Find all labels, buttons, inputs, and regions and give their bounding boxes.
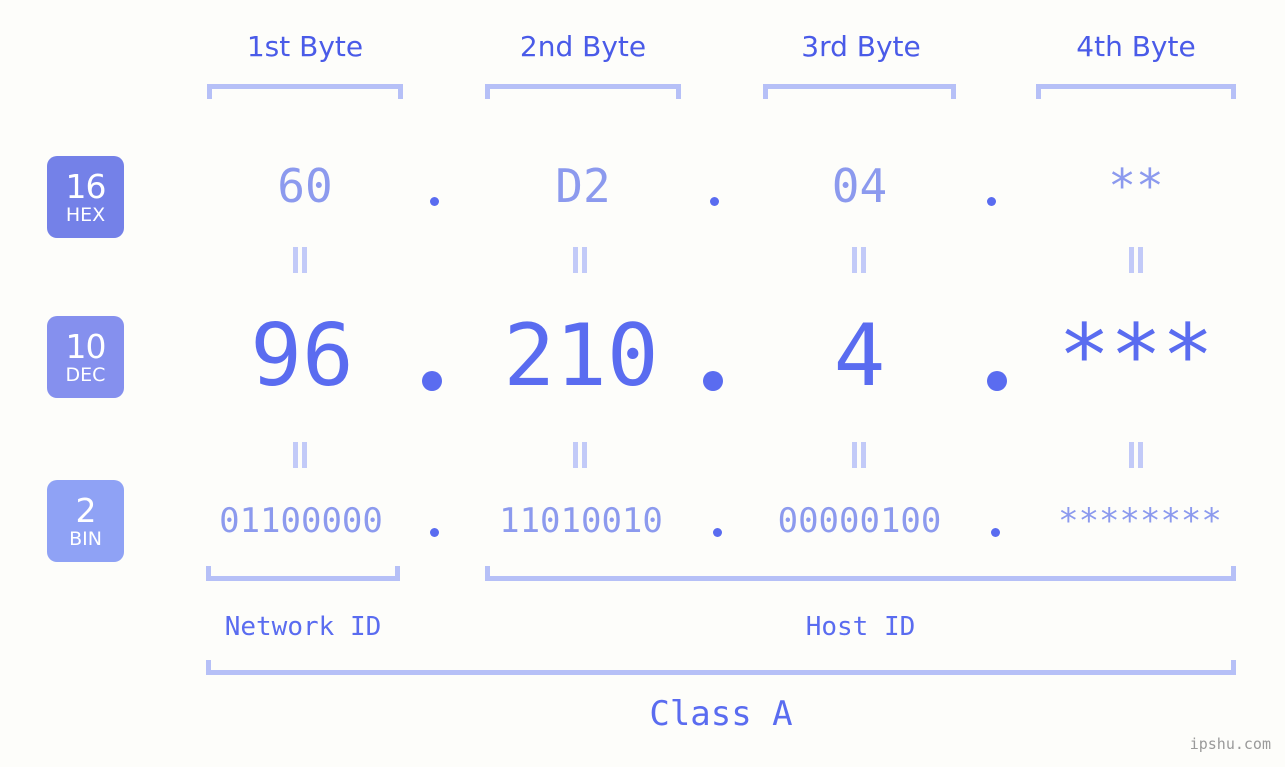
bin-separator-1	[430, 528, 439, 537]
base-badge-hex-number: 16	[65, 166, 107, 206]
base-badge-bin-label: BIN	[69, 527, 102, 550]
byte-header-2: 2nd Byte	[519, 30, 647, 63]
byte-header-4: 4th Byte	[1076, 30, 1196, 63]
base-badge-hex: 16 HEX	[47, 156, 124, 238]
dec-byte-4: ***	[1058, 306, 1214, 406]
dec-separator-3	[987, 371, 1007, 391]
base-badge-bin: 2 BIN	[47, 480, 124, 562]
dec-separator-2	[703, 371, 723, 391]
base-badge-dec-label: DEC	[65, 363, 106, 386]
byte-header-3: 3rd Byte	[801, 30, 921, 63]
equals-marker-hex-dec-2	[572, 247, 588, 273]
class-bracket	[206, 660, 1236, 675]
bin-separator-2	[713, 528, 722, 537]
bin-byte-2: 11010010	[499, 501, 663, 541]
hex-byte-3: 04	[831, 159, 888, 213]
equals-marker-hex-dec-4	[1128, 247, 1144, 273]
dec-byte-2: 210	[503, 306, 659, 406]
hex-byte-2: D2	[555, 159, 611, 213]
bin-byte-3: 00000100	[777, 501, 942, 541]
equals-marker-hex-dec-3	[851, 247, 867, 273]
watermark: ipshu.com	[1189, 735, 1271, 753]
hex-byte-4: **	[1108, 159, 1164, 213]
byte-bracket-top-4	[1036, 84, 1236, 99]
equals-marker-dec-bin-2	[572, 442, 588, 468]
host-id-bracket	[485, 566, 1236, 581]
base-badge-bin-number: 2	[75, 490, 97, 530]
hex-separator-2	[710, 197, 719, 206]
network-id-bracket	[206, 566, 400, 581]
byte-header-1: 1st Byte	[246, 30, 364, 63]
bin-byte-4: ********	[1058, 501, 1222, 541]
dec-byte-1: 96	[250, 306, 354, 406]
equals-marker-dec-bin-3	[851, 442, 867, 468]
class-label: Class A	[649, 694, 793, 734]
hex-separator-1	[430, 197, 439, 206]
byte-bracket-top-2	[485, 84, 681, 99]
equals-marker-dec-bin-4	[1128, 442, 1144, 468]
equals-marker-dec-bin-1	[292, 442, 308, 468]
equals-marker-hex-dec-1	[292, 247, 308, 273]
base-badge-hex-label: HEX	[65, 203, 106, 226]
dec-separator-1	[422, 371, 442, 391]
ip-address-breakdown-diagram: 1st Byte 2nd Byte 3rd Byte 4th Byte 16 H…	[0, 0, 1285, 767]
hex-byte-1: 60	[277, 159, 333, 213]
bin-byte-1: 01100000	[219, 501, 383, 541]
base-badge-dec: 10 DEC	[47, 316, 124, 398]
bin-separator-3	[991, 528, 1000, 537]
hex-separator-3	[987, 197, 996, 206]
network-id-label: Network ID	[224, 612, 382, 642]
base-badge-dec-number: 10	[65, 326, 107, 366]
host-id-label: Host ID	[805, 612, 916, 642]
dec-byte-3: 4	[833, 306, 886, 406]
byte-bracket-top-3	[763, 84, 956, 99]
byte-bracket-top-1	[207, 84, 403, 99]
